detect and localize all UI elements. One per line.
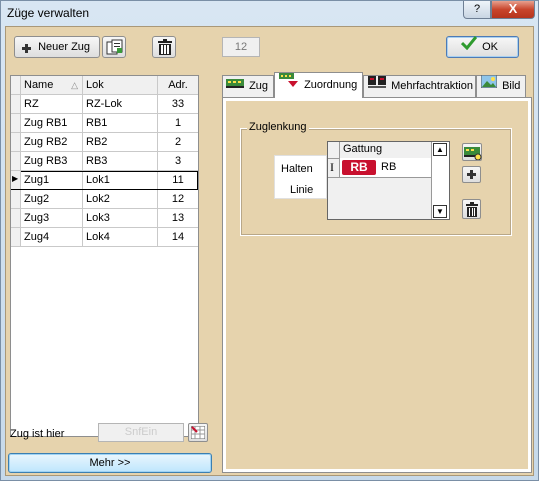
table-row[interactable]: Zug2 Lok2 12	[11, 190, 198, 209]
tab-mehrfachtraktion[interactable]: Mehrfachtraktion	[363, 75, 476, 97]
tab-zug[interactable]: Zug	[222, 75, 274, 97]
tab-bild-label: Bild	[502, 80, 521, 92]
tab-zug-label: Zug	[249, 80, 269, 92]
cell-name: Zug4	[21, 228, 83, 246]
cell-adr: 12	[171, 193, 185, 205]
location-label: Zug ist hier	[10, 428, 65, 440]
zuglenkung-legend: Zuglenkung	[247, 121, 309, 133]
cell-adr: 33	[171, 98, 185, 110]
check-icon	[460, 36, 478, 57]
tab-zuordnung[interactable]: Zuordnung	[274, 72, 363, 98]
ok-label: OK	[482, 41, 498, 54]
train-table[interactable]: Name △ Lok Adr. RZ RZ-Lok 33 Zug RB1 RB1 1 Zug…	[10, 75, 199, 437]
cell-adr: 13	[171, 212, 185, 224]
cell-name: Zug RB1	[21, 114, 83, 132]
window-title: Züge verwalten	[7, 6, 90, 20]
column-header-lok[interactable]: Lok	[83, 76, 158, 94]
more-label: Mehr >>	[89, 457, 131, 469]
cell-adr: 14	[171, 231, 185, 243]
copy-train-button[interactable]	[102, 36, 126, 58]
gattung-row[interactable]: I RB RB	[328, 158, 432, 178]
new-train-label: Neuer Zug	[38, 41, 91, 53]
plus-icon	[21, 41, 32, 53]
cell-name: RZ	[21, 95, 83, 113]
zuglenkung-group: Zuglenkung Halten Linie Gattung I RB RB …	[240, 121, 512, 236]
train-assign-icon	[279, 72, 299, 96]
table-row[interactable]: RZ RZ-Lok 33	[11, 95, 198, 114]
cell-name: Zug1	[21, 171, 83, 189]
train-icon	[226, 75, 244, 95]
gattung-header: Gattung	[343, 143, 383, 155]
sort-ascending-icon: △	[71, 80, 78, 90]
picture-icon	[480, 74, 498, 95]
linie-label: Linie	[290, 184, 314, 196]
grid-pick-icon	[190, 425, 206, 442]
cell-adr: 11	[172, 174, 184, 186]
plus-icon	[466, 169, 477, 183]
rb-badge: RB	[342, 160, 376, 175]
gattung-add-button[interactable]	[462, 166, 481, 183]
new-train-button[interactable]: Neuer Zug	[14, 36, 100, 58]
tab-bild[interactable]: Bild	[476, 74, 526, 97]
trash-icon	[466, 202, 478, 220]
cell-lok: RZ-Lok	[83, 95, 158, 113]
cell-name: Zug RB2	[21, 133, 83, 151]
cell-name: Zug3	[21, 209, 83, 227]
vertical-scrollbar[interactable]: ▲ ▼	[431, 142, 449, 219]
cell-lok: Lok3	[83, 209, 158, 227]
column-header-name[interactable]: Name △	[21, 76, 83, 94]
halten-label: Halten	[281, 163, 313, 175]
table-row[interactable]: Zug3 Lok3 13	[11, 209, 198, 228]
multi-traction-icon	[368, 75, 386, 95]
scroll-down-button[interactable]: ▼	[433, 205, 447, 218]
tab-mehrfachtraktion-label: Mehrfachtraktion	[391, 80, 473, 92]
table-row[interactable]: Zug RB3 RB3 3	[11, 152, 198, 171]
table-row[interactable]: Zug RB2 RB2 2	[11, 133, 198, 152]
text-cursor-icon: I	[330, 160, 334, 174]
cell-lok: RB2	[83, 133, 158, 151]
location-field[interactable]: SnfEin	[98, 423, 184, 442]
cell-name: Zug RB3	[21, 152, 83, 170]
cell-name: Zug2	[21, 190, 83, 208]
delete-train-button[interactable]	[152, 36, 176, 58]
train-pick-icon	[464, 146, 482, 163]
tab-zuordnung-label: Zuordnung	[304, 79, 358, 91]
cell-adr: 3	[174, 155, 182, 167]
scroll-up-button[interactable]: ▲	[433, 143, 447, 156]
table-row[interactable]: Zug RB1 RB1 1	[11, 114, 198, 133]
cell-lok: Lok2	[83, 190, 158, 208]
cell-lok: RB3	[83, 152, 158, 170]
ok-button[interactable]: OK	[446, 36, 519, 58]
title-bar[interactable]: Züge verwalten ? X	[1, 1, 538, 25]
gattung-table[interactable]: Gattung I RB RB ▲ ▼	[327, 141, 450, 220]
counter-field[interactable]: 12	[222, 37, 260, 57]
dialog-window: Züge verwalten ? X Neuer Zug 12 OK Name …	[0, 0, 539, 481]
column-header-adr[interactable]: Adr.	[158, 76, 198, 94]
rb-text: RB	[381, 161, 397, 173]
table-row[interactable]: ▶ Zug1 Lok1 11	[11, 171, 198, 190]
cell-adr: 1	[174, 117, 182, 129]
table-header: Name △ Lok Adr.	[11, 76, 198, 95]
client-area: Neuer Zug 12 OK Name △ Lok Adr. RZ RZ-Lo…	[5, 26, 534, 476]
table-row[interactable]: Zug4 Lok4 14	[11, 228, 198, 247]
help-button[interactable]: ?	[463, 1, 491, 19]
more-button[interactable]: Mehr >>	[8, 453, 212, 473]
location-pick-button[interactable]	[188, 423, 208, 442]
cell-lok: RB1	[83, 114, 158, 132]
gattung-delete-button[interactable]	[462, 199, 481, 219]
cell-adr: 2	[174, 136, 182, 148]
gattung-select-button[interactable]	[462, 143, 482, 161]
close-button[interactable]: X	[491, 1, 535, 19]
trash-icon	[158, 39, 172, 58]
row-pointer-icon: ▶	[12, 174, 19, 183]
copy-document-icon	[106, 39, 123, 59]
tab-panel-zuordnung: Zuglenkung Halten Linie Gattung I RB RB …	[222, 97, 532, 473]
cell-lok: Lok1	[83, 171, 158, 189]
cell-lok: Lok4	[83, 228, 158, 246]
side-label-panel: Halten Linie	[274, 155, 327, 199]
